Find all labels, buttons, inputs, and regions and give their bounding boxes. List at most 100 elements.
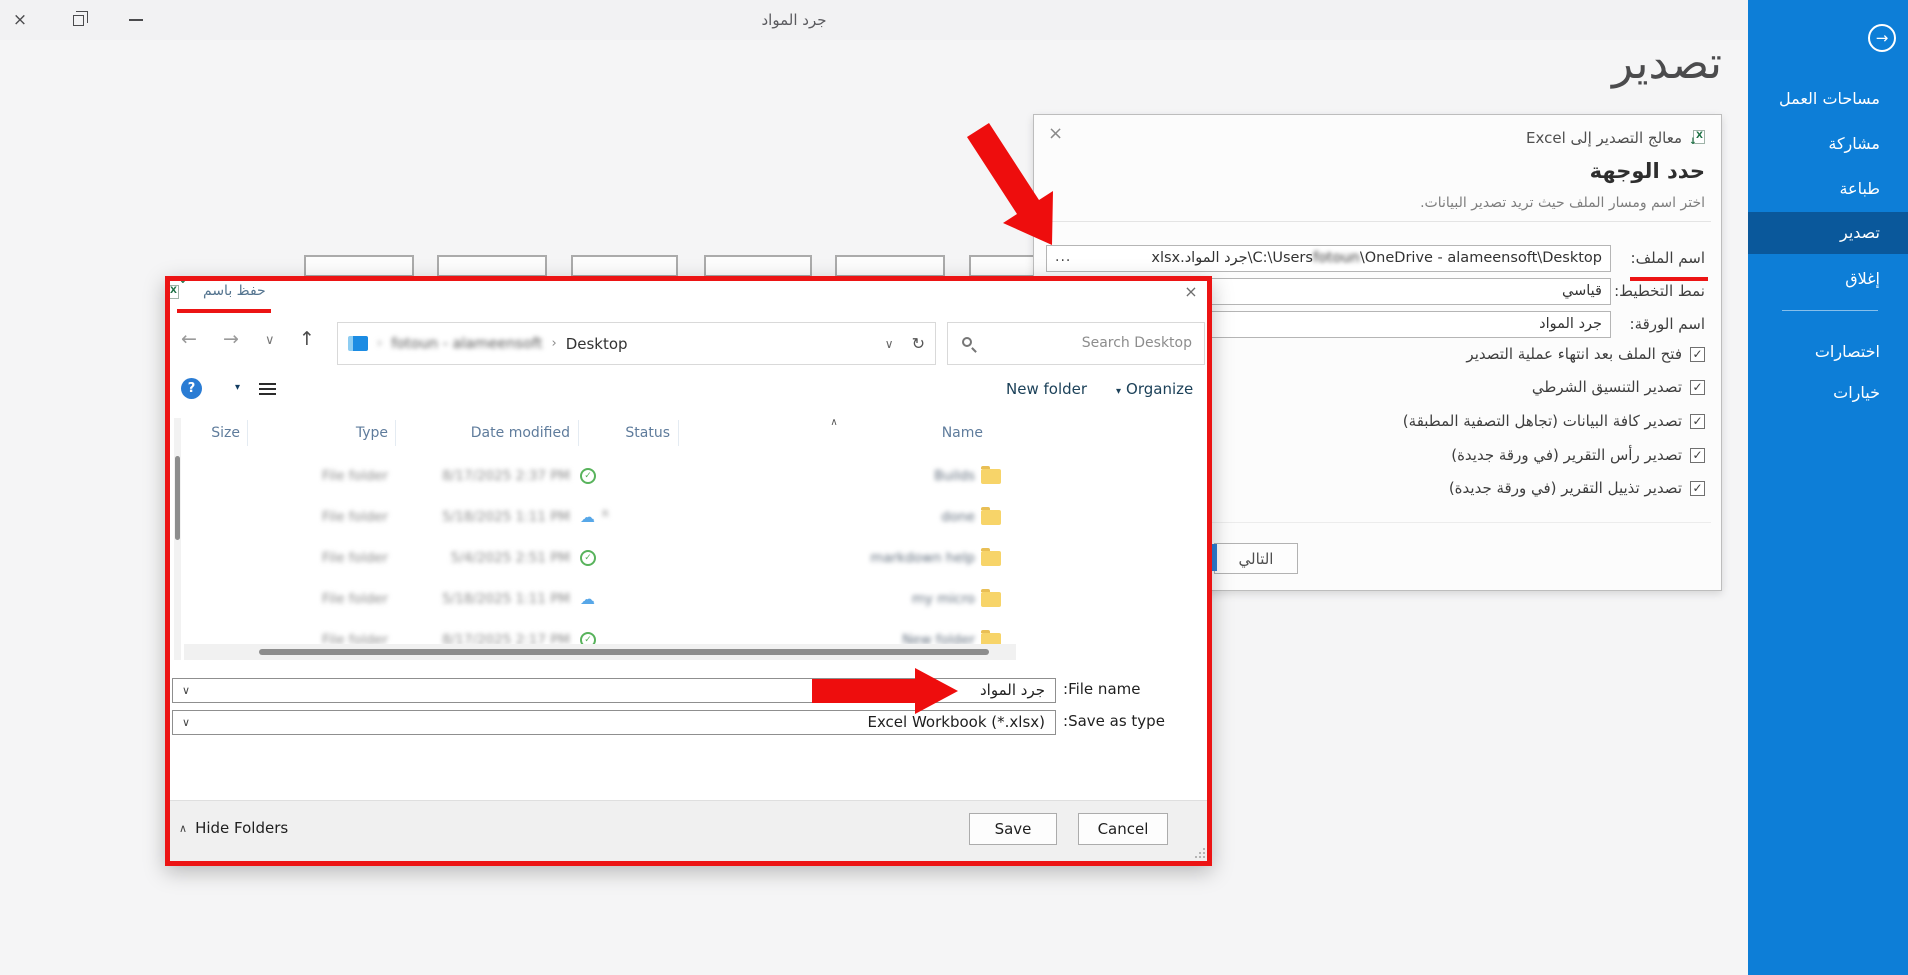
column-header-status[interactable]: Status — [590, 418, 670, 448]
sidebar-back-button[interactable]: → — [1868, 24, 1896, 52]
nav-back-button[interactable]: ← — [181, 330, 197, 349]
background-table-cell — [835, 255, 945, 277]
background-table-cell — [571, 255, 678, 277]
background-table-cell — [437, 255, 547, 277]
annotation-underline-file-name — [1630, 277, 1708, 281]
sheet-name-label: اسم الورقة: — [1630, 311, 1705, 338]
save-button[interactable]: Save — [969, 813, 1057, 845]
help-dropdown[interactable]: ▾ — [235, 382, 240, 393]
dropdown-icon: ▾ — [1116, 386, 1121, 397]
file-name-label: اسم الملف: — [1631, 245, 1705, 272]
window-restore-button[interactable] — [58, 0, 98, 40]
sidebar-item-options[interactable]: خيارات — [1748, 375, 1908, 411]
window-close-button[interactable]: × — [0, 0, 40, 40]
checkbox-icon[interactable]: ✓ — [1690, 481, 1705, 496]
checkbox-icon[interactable]: ✓ — [1690, 448, 1705, 463]
search-input[interactable]: Search Desktop — [947, 322, 1205, 365]
status-synced-icon: ✓ — [580, 468, 596, 484]
breadcrumb-user-folder[interactable]: fotoun - alameensoft — [391, 336, 542, 352]
new-folder-button[interactable]: New folder — [1006, 380, 1087, 398]
back-icon: ← — [181, 328, 197, 350]
browse-button[interactable]: ... — [1055, 246, 1071, 269]
sidebar-item-close[interactable]: إغلاق — [1748, 261, 1908, 297]
checkbox-open-after-export[interactable]: ✓ فتح الملف بعد انتهاء عملية التصدير — [1466, 343, 1705, 365]
vertical-scrollbar-thumb[interactable] — [175, 456, 180, 540]
checkbox-icon[interactable]: ✓ — [1690, 414, 1705, 429]
window-minimize-button[interactable] — [116, 0, 156, 40]
export-dialog-close-button[interactable]: × — [1048, 123, 1063, 144]
sidebar-item-export[interactable]: تصدير — [1748, 212, 1908, 254]
sidebar-item-workspaces[interactable]: مساحات العمل — [1748, 81, 1908, 117]
cancel-button[interactable]: Cancel — [1078, 813, 1168, 845]
save-as-type-select[interactable]: ∨ Excel Workbook (*.xlsx) — [172, 710, 1056, 735]
folder-icon — [981, 510, 1001, 525]
sidebar-item-shortcuts[interactable]: اختصارات — [1748, 334, 1908, 370]
chevron-down-icon: ∨ — [885, 337, 894, 351]
dropdown-icon: ▾ — [235, 382, 240, 393]
title-bar: جرد المواد × — [0, 0, 1748, 40]
layout-style-label: نمط التخطيط: — [1614, 278, 1705, 305]
forward-icon: → — [223, 328, 239, 350]
chevron-down-icon: ∨ — [182, 711, 190, 734]
nav-up-button[interactable]: ↑ — [299, 330, 315, 349]
save-as-type-label: Save as type: — [1063, 712, 1165, 730]
close-icon: × — [1048, 123, 1063, 144]
column-divider[interactable] — [678, 420, 679, 446]
window-title: جرد المواد — [0, 0, 1588, 40]
status-cloud-icon: ☁ — [580, 591, 596, 607]
blurred-username: fotoun — [1313, 250, 1360, 266]
file-name-input[interactable]: ∨ جرد المواد — [172, 678, 1056, 703]
file-row[interactable]: File folder 5/18/2025 1:11 PM ☁ R done — [184, 497, 1016, 538]
checkbox-icon[interactable]: ✓ — [1690, 347, 1705, 362]
folder-icon — [981, 469, 1001, 484]
file-name-label: File name: — [1063, 680, 1140, 698]
export-step-subheading: اختر اسم ومسار الملف حيث تريد تصدير البي… — [1420, 195, 1705, 211]
status-cloud-icon: ☁ — [580, 509, 596, 525]
column-divider[interactable] — [578, 420, 579, 446]
hide-folders-button[interactable]: ∧ Hide Folders — [179, 819, 288, 837]
breadcrumb[interactable]: › fotoun - alameensoft › Desktop ∨ ↻ — [337, 322, 936, 365]
sidebar-item-share[interactable]: مشاركة — [1748, 126, 1908, 162]
breadcrumb-location[interactable]: Desktop — [566, 335, 628, 353]
save-as-type-value: Excel Workbook (*.xlsx) — [867, 711, 1045, 734]
save-as-dialog: X ↓ حفظ باسم × ← → ∨ ↑ › fotoun - alamee… — [165, 276, 1212, 866]
checkbox-export-report-header[interactable]: ✓ تصدير رأس التقرير (في ورقة جديدة) — [1451, 444, 1705, 466]
sidebar-divider — [1782, 310, 1878, 311]
checkbox-icon[interactable]: ✓ — [1690, 380, 1705, 395]
sidebar-item-print[interactable]: طباعة — [1748, 171, 1908, 207]
next-button[interactable]: التالي — [1214, 543, 1298, 574]
nav-recent-dropdown[interactable]: ∨ — [265, 334, 275, 347]
file-path-field[interactable]: ... xlsx.جرد المواد\C:\Usersfotoun\OneDr… — [1046, 245, 1611, 272]
file-path-value: xlsx.جرد المواد\C:\Usersfotoun\OneDrive … — [1077, 246, 1602, 271]
breadcrumb-dropdown[interactable]: ∨ — [885, 337, 894, 351]
column-header-date-modified[interactable]: Date modified — [410, 418, 570, 448]
change-view-button[interactable] — [259, 383, 276, 396]
close-icon: × — [13, 10, 27, 30]
column-header-name[interactable]: Name — [744, 418, 983, 448]
horizontal-scrollbar-thumb[interactable] — [259, 649, 989, 655]
background-table-cell — [304, 255, 414, 277]
column-divider[interactable] — [247, 420, 248, 446]
file-row[interactable]: File folder 5/4/2025 2:51 PM ✓ markdown … — [184, 538, 1016, 579]
organize-button[interactable]: ▾Organize — [1116, 380, 1193, 398]
folder-icon — [981, 592, 1001, 607]
checkbox-export-all-data[interactable]: ✓ تصدير كافة البيانات (تجاهل التصفية الم… — [1403, 410, 1705, 432]
folder-icon — [981, 551, 1001, 566]
resize-grip[interactable] — [1195, 848, 1205, 858]
file-list: ∧ Size Type Date modified Status Name Fi… — [184, 418, 1016, 660]
refresh-button[interactable]: ↻ — [912, 334, 925, 353]
column-header-size[interactable]: Size — [186, 418, 240, 448]
export-dialog-title: معالج التصدير إلى Excel — [1526, 129, 1682, 147]
column-header-type[interactable]: Type — [268, 418, 388, 448]
file-row[interactable]: File folder 8/17/2025 2:37 PM ✓ Builds — [184, 456, 1016, 497]
checkbox-export-report-footer[interactable]: ✓ تصدير تذييل التقرير (في ورقة جديدة) — [1449, 477, 1705, 499]
save-dialog-close-button[interactable]: × — [1179, 282, 1203, 304]
checkbox-conditional-formatting[interactable]: ✓ تصدير التنسيق الشرطي — [1532, 376, 1705, 398]
file-row[interactable]: File folder 5/18/2025 1:11 PM ☁ my micro — [184, 579, 1016, 620]
column-divider[interactable] — [395, 420, 396, 446]
search-icon — [962, 337, 972, 347]
help-button[interactable]: ? — [181, 378, 202, 399]
folder-location-icon — [348, 336, 368, 351]
restore-icon — [73, 15, 84, 26]
nav-forward-button[interactable]: → — [223, 330, 239, 349]
